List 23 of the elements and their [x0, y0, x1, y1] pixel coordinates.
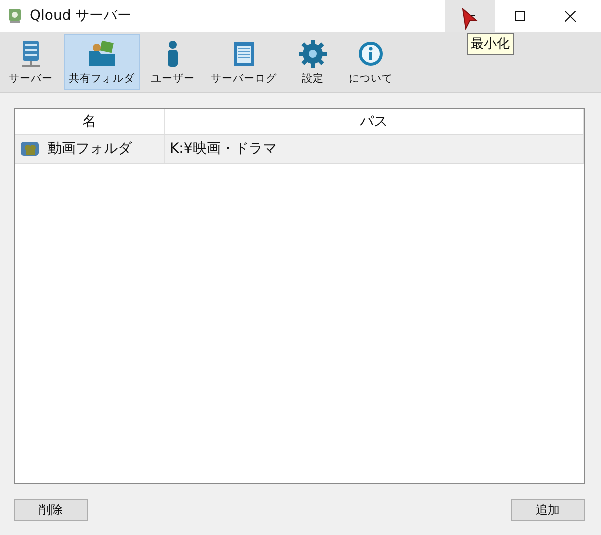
close-icon [564, 10, 576, 22]
app-icon [8, 8, 22, 24]
cursor-icon [462, 8, 478, 30]
action-button[interactable]: 追加 [511, 499, 585, 521]
column-header: 名 [15, 109, 165, 134]
toolbar-button[interactable]: サーバー [4, 34, 58, 90]
settings-icon [298, 39, 328, 69]
maximize-icon [515, 11, 525, 21]
toolbar-button[interactable]: 設定 [288, 34, 338, 90]
toolbar-button[interactable]: について [344, 34, 398, 90]
toolbar-button[interactable]: ユーザー [146, 34, 200, 90]
table-row[interactable]: 動画フォルダ K:¥映画・ドラマ [15, 135, 584, 164]
table-cell: 動画フォルダ [15, 135, 165, 163]
column-header: パス [165, 109, 584, 134]
minimize-button[interactable] [445, 0, 495, 32]
info-icon [356, 39, 386, 69]
action-button[interactable]: 削除 [14, 499, 88, 521]
table-cell: K:¥映画・ドラマ [165, 135, 584, 163]
folder-icon [87, 39, 117, 69]
toolbar-button[interactable]: 共有フォルダ [64, 34, 140, 90]
window-title: Qloud サーバー [30, 7, 133, 25]
tooltip: 最小化 [467, 33, 514, 55]
toolbar-button[interactable]: サーバーログ [206, 34, 282, 90]
